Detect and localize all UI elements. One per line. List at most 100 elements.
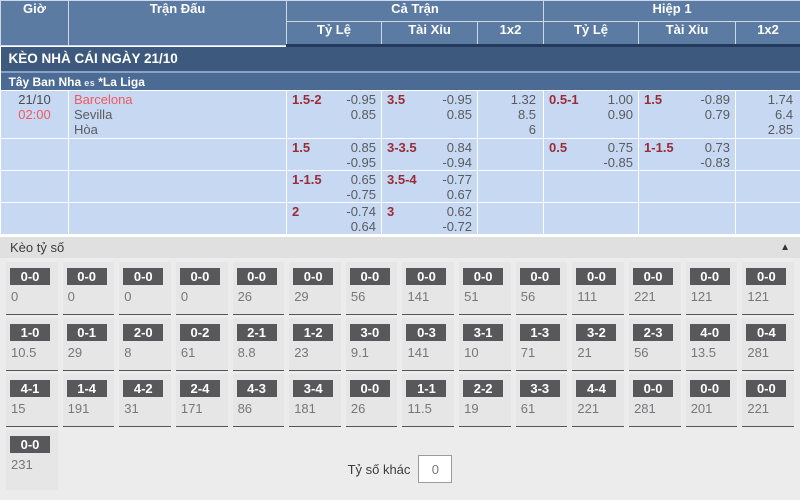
score-cell[interactable]: 0-026 — [346, 374, 398, 427]
score-cell[interactable]: 0-261 — [176, 318, 228, 371]
score-cell[interactable]: 3-09.1 — [346, 318, 398, 371]
odds-value[interactable]: 1.74 — [768, 92, 793, 107]
score-cell[interactable]: 3-110 — [459, 318, 511, 371]
score-cell[interactable]: 1-111.5 — [402, 374, 454, 427]
score-cell[interactable]: 1-4191 — [63, 374, 115, 427]
score-badge[interactable]: 0-0 — [293, 268, 333, 285]
score-badge[interactable]: 0-0 — [350, 380, 390, 397]
score-badge[interactable]: 1-2 — [293, 324, 333, 341]
score-badge[interactable]: 0-0 — [67, 268, 107, 285]
score-badge[interactable]: 1-0 — [10, 324, 50, 341]
odds-value[interactable]: 1.32 — [511, 92, 536, 107]
score-badge[interactable]: 4-0 — [690, 324, 730, 341]
score-cell[interactable]: 4-4221 — [572, 374, 624, 427]
score-badge[interactable]: 1-3 — [520, 324, 560, 341]
score-cell[interactable]: 4-386 — [233, 374, 285, 427]
odds-value[interactable]: 0.85 — [351, 107, 376, 122]
score-cell[interactable]: 4-231 — [119, 374, 171, 427]
score-badge[interactable]: 0-3 — [406, 324, 446, 341]
score-cell[interactable]: 0-0221 — [742, 374, 794, 427]
other-score-input[interactable] — [418, 455, 452, 483]
score-cell[interactable]: 3-4181 — [289, 374, 341, 427]
score-badge[interactable]: 2-3 — [633, 324, 673, 341]
score-cell[interactable]: 0-0111 — [572, 262, 624, 315]
odds-value[interactable]: 6 — [529, 122, 536, 137]
score-cell[interactable]: 2-356 — [629, 318, 681, 371]
odds-value[interactable]: -0.83 — [700, 155, 730, 170]
score-badge[interactable]: 0-0 — [633, 268, 673, 285]
score-cell[interactable]: 0-00 — [119, 262, 171, 315]
score-cell[interactable]: 0-056 — [346, 262, 398, 315]
score-cell[interactable]: 0-0121 — [686, 262, 738, 315]
score-cell[interactable]: 0-4281 — [742, 318, 794, 371]
score-cell[interactable]: 3-361 — [516, 374, 568, 427]
score-badge[interactable]: 1-4 — [67, 380, 107, 397]
score-cell[interactable]: 0-129 — [63, 318, 115, 371]
score-badge[interactable]: 0-0 — [633, 380, 673, 397]
odds-value[interactable]: -0.95 — [346, 155, 376, 170]
home-team[interactable]: Barcelona — [74, 92, 281, 107]
score-cell[interactable]: 2-18.8 — [233, 318, 285, 371]
score-badge[interactable]: 0-0 — [406, 268, 446, 285]
score-badge[interactable]: 0-0 — [10, 268, 50, 285]
score-cell[interactable]: 0-051 — [459, 262, 511, 315]
score-cell[interactable]: 0-0201 — [686, 374, 738, 427]
score-cell[interactable]: 0-0121 — [742, 262, 794, 315]
score-badge[interactable]: 3-4 — [293, 380, 333, 397]
score-badge[interactable]: 0-0 — [123, 268, 163, 285]
odds-value[interactable]: 8.5 — [518, 107, 536, 122]
score-badge[interactable]: 0-0 — [690, 268, 730, 285]
odds-value[interactable]: 0.85 — [351, 140, 376, 155]
odds-value[interactable]: 0.90 — [608, 107, 633, 122]
odds-value[interactable]: 0.65 — [351, 172, 376, 187]
score-badge[interactable]: 0-0 — [746, 268, 786, 285]
score-badge[interactable]: 0-4 — [746, 324, 786, 341]
odds-value[interactable]: 2.85 — [768, 122, 793, 137]
score-badge[interactable]: 0-0 — [237, 268, 277, 285]
score-badge[interactable]: 4-2 — [123, 380, 163, 397]
odds-value[interactable]: -0.95 — [346, 92, 376, 107]
score-cell[interactable]: 0-00 — [176, 262, 228, 315]
odds-value[interactable]: -0.89 — [700, 92, 730, 107]
score-badge[interactable]: 3-3 — [520, 380, 560, 397]
odds-value[interactable]: 0.64 — [351, 219, 376, 234]
odds-value[interactable]: 0.67 — [447, 187, 472, 202]
score-badge[interactable]: 3-0 — [350, 324, 390, 341]
score-badge[interactable]: 0-0 — [520, 268, 560, 285]
score-cell[interactable]: 2-08 — [119, 318, 171, 371]
score-cell[interactable]: 2-4171 — [176, 374, 228, 427]
score-cell[interactable]: 0-056 — [516, 262, 568, 315]
score-badge[interactable]: 2-1 — [237, 324, 277, 341]
score-badge[interactable]: 3-1 — [463, 324, 503, 341]
score-badge[interactable]: 0-0 — [350, 268, 390, 285]
score-badge[interactable]: 0-0 — [10, 436, 50, 453]
score-badge[interactable]: 3-2 — [576, 324, 616, 341]
draw-label[interactable]: Hòa — [74, 122, 281, 137]
score-cell[interactable]: 2-219 — [459, 374, 511, 427]
odds-value[interactable]: 6.4 — [775, 107, 793, 122]
score-cell[interactable]: 0-026 — [233, 262, 285, 315]
score-badge[interactable]: 4-3 — [237, 380, 277, 397]
odds-value[interactable]: -0.85 — [603, 155, 633, 170]
odds-value[interactable]: -0.95 — [442, 92, 472, 107]
score-badge[interactable]: 4-1 — [10, 380, 50, 397]
odds-value[interactable]: -0.74 — [346, 204, 376, 219]
collapse-arrow-icon[interactable]: ▲ — [780, 242, 790, 253]
score-badge[interactable]: 0-1 — [67, 324, 107, 341]
score-cell[interactable]: 0-0141 — [402, 262, 454, 315]
score-cell[interactable]: 0-3141 — [402, 318, 454, 371]
score-badge[interactable]: 0-0 — [180, 268, 220, 285]
away-team[interactable]: Sevilla — [74, 107, 281, 122]
odds-value[interactable]: -0.94 — [442, 155, 472, 170]
odds-value[interactable]: 0.79 — [705, 107, 730, 122]
odds-value[interactable]: 0.85 — [447, 107, 472, 122]
score-cell[interactable]: 0-00 — [63, 262, 115, 315]
odds-value[interactable]: -0.72 — [442, 219, 472, 234]
score-badge[interactable]: 0-0 — [746, 380, 786, 397]
score-cell[interactable]: 4-013.5 — [686, 318, 738, 371]
score-badge[interactable]: 4-4 — [576, 380, 616, 397]
score-badge[interactable]: 0-0 — [463, 268, 503, 285]
odds-value[interactable]: -0.77 — [442, 172, 472, 187]
odds-value[interactable]: 0.84 — [447, 140, 472, 155]
score-badge[interactable]: 2-0 — [123, 324, 163, 341]
